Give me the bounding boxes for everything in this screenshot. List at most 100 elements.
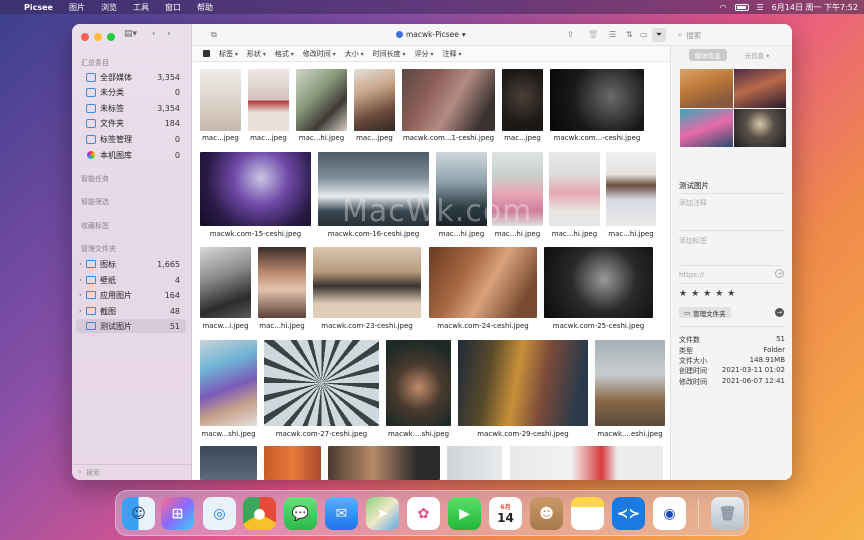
photos-app-icon[interactable]: ✿ xyxy=(407,497,440,530)
grid-item[interactable]: mac...jpeg xyxy=(502,69,543,142)
grid-item[interactable]: macwk.com-25-ceshi.jpeg xyxy=(544,247,653,331)
sidebar-search-input[interactable]: 搜索 xyxy=(86,468,100,478)
share-icon[interactable]: ⇪ xyxy=(567,30,574,39)
photo-thumbnail[interactable] xyxy=(510,446,663,480)
chevron-right-icon[interactable]: › xyxy=(79,260,85,268)
messages-icon[interactable]: 💬 xyxy=(284,497,317,530)
grid-item[interactable]: mac...jpeg xyxy=(200,69,241,142)
vscode-icon[interactable]: ≺≻ xyxy=(612,497,645,530)
menu-item-window[interactable]: 窗口 xyxy=(157,2,189,13)
manage-folder-button[interactable]: ▭ 管理文件夹 xyxy=(679,307,731,318)
folder-name[interactable]: 测试图片 xyxy=(679,180,709,191)
launchpad-icon[interactable]: ⊞ xyxy=(161,497,194,530)
grid-item[interactable]: mac...hi.jpeg xyxy=(492,152,543,238)
photo-thumbnail[interactable] xyxy=(264,340,379,426)
photo-thumbnail[interactable] xyxy=(544,247,653,318)
add-tag-field[interactable]: 添加标签 xyxy=(679,236,707,246)
sidebar-section-smart-tasks[interactable]: 智能任务 xyxy=(81,174,109,184)
grid-item[interactable] xyxy=(510,446,663,480)
open-url-icon[interactable]: → xyxy=(775,269,784,278)
zoom-window-button[interactable] xyxy=(107,33,115,41)
minimize-window-button[interactable] xyxy=(94,33,102,41)
photo-thumbnail[interactable] xyxy=(264,446,321,480)
control-center-icon[interactable]: ☰ xyxy=(757,3,764,12)
trash-icon[interactable]: 🗑 xyxy=(711,497,744,530)
grid-item[interactable]: mac...hi.jpeg xyxy=(296,69,347,142)
search-field[interactable]: ⌕ 搜索 xyxy=(672,28,784,42)
grid-item[interactable]: mac...hi.jpeg xyxy=(436,152,487,238)
filter-tags[interactable]: 标签 xyxy=(219,49,238,59)
grid-item[interactable]: macwk.com-27-ceshi.jpeg xyxy=(264,340,379,438)
grid-item[interactable]: mac...jpeg xyxy=(248,69,289,142)
safari-icon[interactable]: ◎ xyxy=(203,497,236,530)
add-note-field[interactable]: 添加注释 xyxy=(679,198,707,208)
photo-thumbnail[interactable] xyxy=(549,152,600,226)
facetime-icon[interactable]: ▶ xyxy=(448,497,481,530)
sidebar-section-favorite-tags[interactable]: 收藏标签 xyxy=(81,221,109,231)
color-filter-icon[interactable] xyxy=(203,50,210,57)
rating-stars[interactable]: ★★★★★ xyxy=(679,289,739,299)
grid-item[interactable] xyxy=(328,446,440,480)
finder-icon[interactable]: ☺ xyxy=(122,497,155,530)
photo-thumbnail[interactable] xyxy=(200,69,241,131)
sidebar-section-smart-filter[interactable]: 智能筛选 xyxy=(81,197,109,207)
sidebar-folder-app-images[interactable]: › 应用图片 164 xyxy=(76,288,186,302)
photo-thumbnail[interactable] xyxy=(328,446,440,480)
photo-thumbnail[interactable] xyxy=(402,69,495,131)
photo-thumbnail[interactable] xyxy=(318,152,429,226)
grid-item[interactable]: macwk.com-24-ceshi.jpeg xyxy=(429,247,537,331)
photo-thumbnail[interactable] xyxy=(595,340,665,426)
photo-thumbnail[interactable] xyxy=(492,152,543,226)
grid-item[interactable]: macwk.com...-ceshi.jpeg xyxy=(550,69,644,142)
sidebar-item-local-library[interactable]: 本机图库 0 xyxy=(76,148,186,162)
chevron-right-icon[interactable]: › xyxy=(79,276,85,284)
list-icon[interactable]: ☰ xyxy=(609,30,616,39)
photo-thumbnail[interactable] xyxy=(200,340,257,426)
filter-rating[interactable]: 评分 xyxy=(415,49,434,59)
grid-item[interactable]: macw...i.jpeg xyxy=(200,247,251,331)
photo-thumbnail[interactable] xyxy=(458,340,588,426)
picsee-icon[interactable]: ◉ xyxy=(653,497,686,530)
maps-icon[interactable]: ➤ xyxy=(366,497,399,530)
sidebar-item-all-media[interactable]: 全部媒体 3,354 xyxy=(76,70,186,84)
chevron-right-icon[interactable]: › xyxy=(79,291,85,299)
tab-media-info[interactable]: 媒体信息 xyxy=(688,49,727,61)
filter-duration[interactable]: 时间长度 xyxy=(373,49,406,59)
photo-thumbnail[interactable] xyxy=(429,247,537,318)
photo-thumbnail[interactable] xyxy=(386,340,451,426)
menu-app-name[interactable]: Picsee xyxy=(22,3,61,12)
sidebar-search[interactable]: ⌕ 搜索 xyxy=(72,464,192,480)
sidebar-section-folders[interactable]: 管理文件夹 xyxy=(81,244,116,254)
grid-item[interactable] xyxy=(447,446,502,480)
close-window-button[interactable] xyxy=(81,33,89,41)
sort-icon[interactable]: ⇅ xyxy=(626,30,633,39)
mail-icon[interactable]: ✉ xyxy=(325,497,358,530)
sidebar-folder-wallpaper[interactable]: › 壁纸 4 xyxy=(76,273,186,287)
wifi-icon[interactable]: ◠ xyxy=(720,3,727,12)
grid-item[interactable]: macwk.com-15-ceshi.jpeg xyxy=(200,152,311,238)
calendar-icon[interactable]: 6月 14 xyxy=(489,497,522,530)
photo-thumbnail[interactable] xyxy=(200,446,257,480)
inspector-toggle-icon[interactable]: ▭ xyxy=(640,30,648,39)
sidebar-folder-test-images[interactable]: 测试图片 51 xyxy=(76,319,186,333)
window-title[interactable]: macwk-Picsee ▾ xyxy=(396,30,466,39)
chrome-icon[interactable]: ● xyxy=(243,497,276,530)
photo-thumbnail[interactable] xyxy=(436,152,487,226)
trash-icon[interactable]: 🗑 xyxy=(588,30,598,39)
photo-thumbnail[interactable] xyxy=(248,69,289,131)
filter-shape[interactable]: 形状 xyxy=(247,49,266,59)
photo-thumbnail[interactable] xyxy=(296,69,347,131)
menu-clock[interactable]: 6月14日 周一 下午7:52 xyxy=(772,2,858,13)
back-icon[interactable]: ‹ xyxy=(152,29,156,39)
grid-item[interactable]: macwk.com...1-ceshi.jpeg xyxy=(402,69,495,142)
photo-thumbnail[interactable] xyxy=(313,247,421,318)
sidebar-folder-screenshots[interactable]: › 截图 48 xyxy=(76,304,186,318)
filter-notes[interactable]: 注释 xyxy=(442,49,461,59)
filter-format[interactable]: 格式 xyxy=(275,49,294,59)
sidebar-item-folders[interactable]: 文件夹 184 xyxy=(76,116,186,130)
filter-size[interactable]: 大小 xyxy=(345,49,364,59)
menu-item-browse[interactable]: 浏览 xyxy=(93,2,125,13)
menu-item-tools[interactable]: 工具 xyxy=(125,2,157,13)
photo-thumbnail[interactable] xyxy=(447,446,502,480)
forward-icon[interactable]: › xyxy=(167,29,171,39)
